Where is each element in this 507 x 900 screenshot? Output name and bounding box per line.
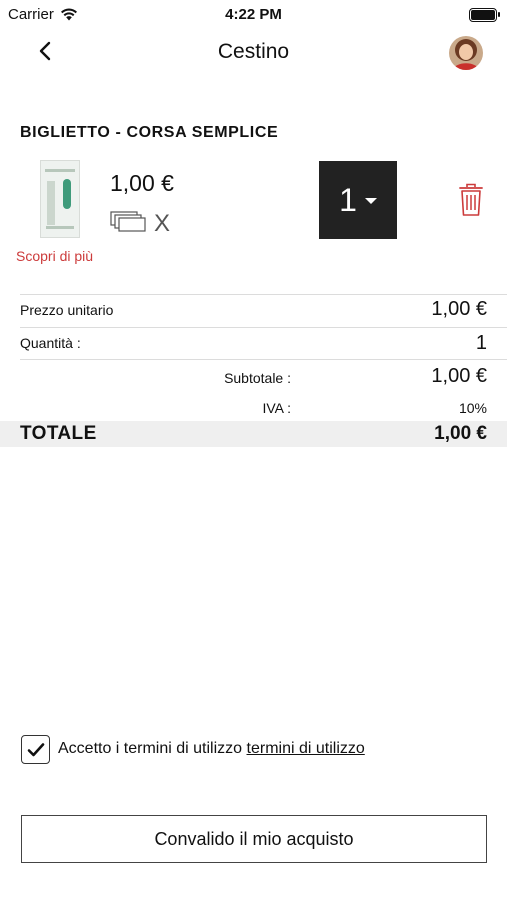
learn-more-link[interactable]: Scopri di più: [16, 248, 93, 264]
product-title: BIGLIETTO - CORSA SEMPLICE: [20, 124, 279, 141]
status-time: 4:22 PM: [225, 6, 282, 23]
avatar[interactable]: [449, 36, 483, 70]
terms-link[interactable]: termini di utilizzo: [247, 740, 365, 757]
vat-label: IVA :: [262, 400, 291, 416]
total-row: TOTALE 1,00 €: [0, 421, 507, 447]
unit-price-label: Prezzo unitario: [20, 302, 114, 318]
vat-value: 10%: [458, 400, 487, 416]
checkmark-icon: [27, 742, 44, 756]
ticket-multiplier: X: [154, 210, 171, 237]
caret-down-icon: [364, 198, 377, 204]
subtotal-row: Subtotale : 1,00 €: [0, 365, 507, 395]
quantity-value: 1: [339, 181, 357, 218]
quantity-dropdown[interactable]: 1: [319, 161, 397, 239]
tickets-icon: [110, 211, 146, 232]
product-price: 1,00 €: [110, 170, 174, 196]
avatar-image: [449, 36, 483, 70]
divider: [20, 294, 507, 295]
divider: [20, 359, 507, 360]
confirm-purchase-button[interactable]: Convalido il mio acquisto: [21, 815, 487, 863]
ticket-image: [40, 160, 80, 238]
total-label: TOTALE: [20, 423, 97, 444]
subtotal-label: Subtotale :: [224, 370, 291, 386]
terms-checkbox[interactable]: [21, 735, 50, 764]
quantity-label: Quantità :: [20, 335, 81, 351]
trash-icon[interactable]: [458, 183, 484, 217]
quantity-summary-value: 1: [475, 332, 487, 354]
unit-price-row: Prezzo unitario 1,00 €: [0, 298, 507, 328]
page-title: Cestino: [217, 40, 290, 63]
subtotal-value: 1,00 €: [431, 365, 487, 387]
total-value: 1,00 €: [434, 423, 487, 444]
unit-price-value: 1,00 €: [431, 298, 487, 320]
terms-label: Accetto i termini di utilizzo: [58, 740, 243, 757]
terms-text: Accetto i termini di utilizzo termini di…: [58, 740, 365, 758]
battery-icon: [469, 8, 500, 22]
divider: [20, 327, 507, 328]
quantity-row: Quantità : 1: [0, 332, 507, 362]
